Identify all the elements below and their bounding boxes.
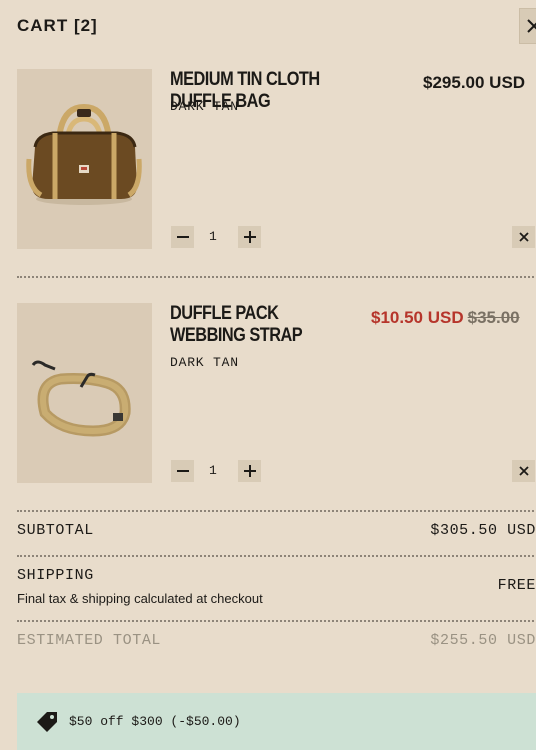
estimated-total-value: $255.50 USD (430, 632, 536, 649)
quantity-value: 1 (209, 229, 217, 244)
discount-text: $50 off $300 (-$50.00) (69, 714, 241, 729)
product-variant: DARK TAN (170, 99, 239, 114)
product-image-webbing-strap[interactable] (17, 303, 152, 483)
shipping-note: Final tax & shipping calculated at check… (17, 591, 263, 606)
cart-title: CART [2] (17, 16, 98, 35)
decrease-quantity-button[interactable] (171, 460, 194, 482)
estimated-total-label: ESTIMATED TOTAL (17, 632, 162, 649)
original-price: $35.00 (467, 308, 520, 327)
close-cart-button[interactable] (519, 8, 536, 44)
tag-icon (37, 712, 57, 732)
product-variant: DARK TAN (170, 355, 239, 370)
quantity-value: 1 (209, 463, 217, 478)
shipping-label: SHIPPING (17, 567, 94, 584)
product-price: $295.00 USD (423, 73, 526, 92)
remove-item-button[interactable] (512, 226, 535, 248)
decrease-quantity-button[interactable] (171, 226, 194, 248)
cart-item: MEDIUM TIN CLOTH DUFFLE BAG DARK TAN $29… (17, 69, 536, 249)
estimated-total-row: ESTIMATED TOTAL $255.50 USD (17, 632, 536, 649)
discount-banner: $50 off $300 (-$50.00) (17, 693, 536, 750)
sale-price: $10.50 USD (371, 308, 464, 327)
close-icon (518, 232, 529, 242)
increase-quantity-button[interactable] (238, 226, 261, 248)
plus-icon (243, 465, 256, 477)
minus-icon (176, 236, 189, 238)
subtotal-value: $305.50 USD (430, 522, 536, 539)
close-icon (527, 19, 536, 33)
subtotal-label: SUBTOTAL (17, 522, 94, 539)
remove-item-button[interactable] (512, 460, 535, 482)
subtotal-row: SUBTOTAL $305.50 USD (17, 522, 536, 539)
minus-icon (176, 470, 189, 472)
divider (17, 510, 536, 512)
cart-drawer: CART [2] MEDIUM TIN CLOTH DUFFLE BAG DAR… (0, 0, 536, 750)
product-price: $10.50 USD $35.00 (371, 308, 520, 328)
product-title[interactable]: DUFFLE PACK WEBBING STRAP (170, 303, 351, 347)
product-image-duffle-bag[interactable] (17, 69, 152, 249)
shipping-row: SHIPPING FREE (17, 567, 536, 594)
shipping-value: FREE (497, 577, 536, 594)
plus-icon (243, 231, 256, 243)
cart-item: DUFFLE PACK WEBBING STRAP DARK TAN $10.5… (17, 303, 536, 483)
close-icon (518, 466, 529, 476)
divider (17, 620, 536, 622)
divider (17, 276, 536, 278)
increase-quantity-button[interactable] (238, 460, 261, 482)
divider (17, 555, 536, 557)
